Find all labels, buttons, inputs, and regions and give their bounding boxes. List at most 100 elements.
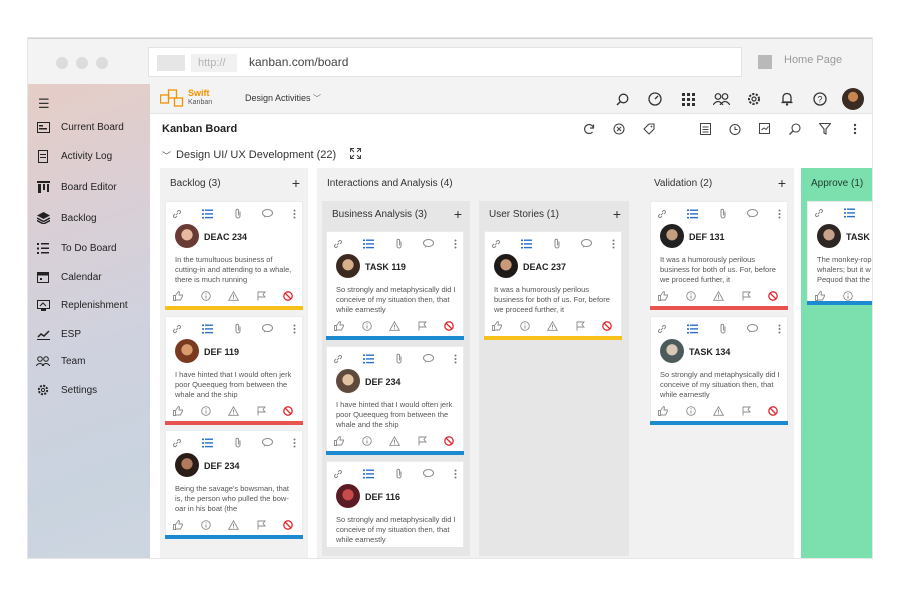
sidebar-item-activity-log[interactable]: Activity Log xyxy=(36,148,112,164)
blocked-icon[interactable] xyxy=(444,436,454,446)
report-icon[interactable] xyxy=(758,122,772,136)
flag-icon[interactable] xyxy=(742,406,751,416)
attachment-icon[interactable] xyxy=(395,238,403,249)
link-icon[interactable] xyxy=(657,324,667,334)
blocked-icon[interactable] xyxy=(283,291,293,301)
address-bar[interactable]: http:// kanban.com/board xyxy=(148,47,742,77)
expand-icon[interactable] xyxy=(350,148,362,162)
checklist-icon[interactable] xyxy=(363,469,375,479)
warning-icon[interactable] xyxy=(228,406,239,416)
flag-icon[interactable] xyxy=(418,321,427,331)
kanban-card[interactable]: DEF 119 I have hinted that I would often… xyxy=(165,316,303,425)
timer-icon[interactable] xyxy=(728,122,742,136)
attachment-icon[interactable] xyxy=(719,323,727,334)
link-icon[interactable] xyxy=(172,209,182,219)
blocked-icon[interactable] xyxy=(283,406,293,416)
add-card-button[interactable]: + xyxy=(778,175,786,191)
info-icon[interactable] xyxy=(685,406,696,416)
attachment-icon[interactable] xyxy=(553,238,561,249)
info-icon[interactable] xyxy=(361,321,372,331)
gear-icon[interactable] xyxy=(743,88,765,110)
comment-icon[interactable] xyxy=(261,324,273,333)
kanban-card[interactable]: DEF 234 I have hinted that I would often… xyxy=(326,346,464,455)
info-icon[interactable] xyxy=(200,406,211,416)
more-vertical-icon[interactable] xyxy=(848,122,862,136)
search-icon[interactable] xyxy=(611,88,633,110)
blocked-icon[interactable] xyxy=(768,406,778,416)
flag-icon[interactable] xyxy=(742,291,751,301)
users-icon[interactable] xyxy=(710,88,732,110)
blocked-icon[interactable] xyxy=(602,321,612,331)
warning-icon[interactable] xyxy=(389,321,400,331)
sidebar-item-replenishment[interactable]: Replenishment xyxy=(36,297,128,313)
swift-kanban-logo[interactable]: Swift Kanban xyxy=(160,89,212,107)
menu-icon[interactable]: ☰ xyxy=(38,96,50,112)
more-vertical-icon[interactable] xyxy=(778,324,781,334)
link-icon[interactable] xyxy=(172,324,182,334)
add-card-button[interactable]: + xyxy=(454,206,462,222)
thumbs-up-icon[interactable] xyxy=(334,436,344,446)
attachment-icon[interactable] xyxy=(234,323,242,334)
add-card-button[interactable]: + xyxy=(613,206,621,222)
bell-icon[interactable] xyxy=(776,88,798,110)
attachment-icon[interactable] xyxy=(234,208,242,219)
attachment-icon[interactable] xyxy=(234,437,242,448)
more-vertical-icon[interactable] xyxy=(454,354,457,364)
more-vertical-icon[interactable] xyxy=(454,469,457,479)
checklist-icon[interactable] xyxy=(687,324,699,334)
more-vertical-icon[interactable] xyxy=(612,239,615,249)
info-icon[interactable] xyxy=(519,321,530,331)
checklist-icon[interactable] xyxy=(363,354,375,364)
info-icon[interactable] xyxy=(200,291,211,301)
filter-icon[interactable] xyxy=(818,122,832,136)
more-vertical-icon[interactable] xyxy=(293,324,296,334)
kanban-card[interactable]: TASK 119 So strongly and metaphysically … xyxy=(326,231,464,340)
kanban-card[interactable]: DEF 234 Being the savage's bowsman, that… xyxy=(165,430,303,539)
comment-icon[interactable] xyxy=(580,239,592,248)
sidebar-item-to-do-board[interactable]: To Do Board xyxy=(36,240,117,256)
checklist-icon[interactable] xyxy=(521,239,533,249)
warning-icon[interactable] xyxy=(389,436,400,446)
thumbs-up-icon[interactable] xyxy=(173,291,183,301)
refresh-icon[interactable] xyxy=(582,122,596,136)
checklist-icon[interactable] xyxy=(687,209,699,219)
link-icon[interactable] xyxy=(491,239,501,249)
attachment-icon[interactable] xyxy=(395,468,403,479)
home-page-link[interactable]: Home Page xyxy=(784,54,842,66)
blocked-icon[interactable] xyxy=(768,291,778,301)
comment-icon[interactable] xyxy=(261,438,273,447)
sidebar-item-esp[interactable]: ESP xyxy=(36,326,81,342)
blocked-icon[interactable] xyxy=(283,520,293,530)
more-vertical-icon[interactable] xyxy=(293,438,296,448)
thumbs-up-icon[interactable] xyxy=(815,291,825,301)
add-card-button[interactable]: + xyxy=(292,175,300,191)
warning-icon[interactable] xyxy=(228,520,239,530)
help-icon[interactable]: ? xyxy=(809,88,831,110)
link-icon[interactable] xyxy=(657,209,667,219)
thumbs-up-icon[interactable] xyxy=(658,406,668,416)
cancel-circle-icon[interactable] xyxy=(612,122,626,136)
flag-icon[interactable] xyxy=(257,520,266,530)
link-icon[interactable] xyxy=(172,438,182,448)
blocked-icon[interactable] xyxy=(444,321,454,331)
warning-icon[interactable] xyxy=(547,321,558,331)
sidebar-item-team[interactable]: Team xyxy=(36,353,85,369)
attachment-icon[interactable] xyxy=(395,353,403,364)
flag-icon[interactable] xyxy=(257,291,266,301)
warning-icon[interactable] xyxy=(713,291,724,301)
sidebar-item-settings[interactable]: Settings xyxy=(36,382,97,398)
checklist-icon[interactable] xyxy=(363,239,375,249)
sidebar-item-backlog[interactable]: Backlog xyxy=(36,210,97,226)
thumbs-up-icon[interactable] xyxy=(173,520,183,530)
warning-icon[interactable] xyxy=(713,406,724,416)
apps-grid-icon[interactable] xyxy=(677,88,699,110)
link-icon[interactable] xyxy=(814,208,824,218)
more-vertical-icon[interactable] xyxy=(293,209,296,219)
more-vertical-icon[interactable] xyxy=(778,209,781,219)
checklist-icon[interactable] xyxy=(202,438,214,448)
link-icon[interactable] xyxy=(333,354,343,364)
kanban-card[interactable]: DEAC 237 It was a humorously perilous bu… xyxy=(484,231,622,340)
checklist-icon[interactable] xyxy=(844,208,855,218)
home-icon[interactable] xyxy=(758,55,772,69)
comment-icon[interactable] xyxy=(422,239,434,248)
